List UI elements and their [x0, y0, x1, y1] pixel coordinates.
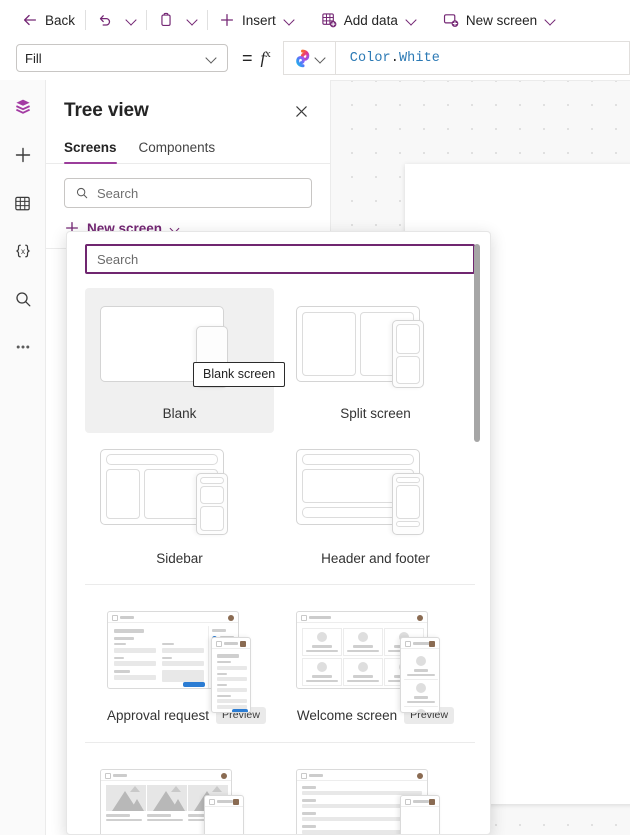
template-tile-blank[interactable]: Blank — [85, 288, 274, 433]
template-name: Sidebar — [156, 551, 203, 566]
template-tile-welcome-screen[interactable]: Welcome screen Preview — [281, 589, 470, 736]
search-icon — [76, 187, 88, 199]
template-label: Blank — [163, 406, 197, 421]
form-list-thumbnail — [288, 757, 463, 834]
rail-item-insert[interactable] — [6, 138, 40, 172]
paste-button[interactable] — [150, 5, 182, 35]
copilot-button[interactable] — [284, 42, 336, 74]
ellipsis-icon — [16, 345, 29, 349]
formula-dot: . — [390, 50, 399, 66]
command-bar: Back Insert Add data New screen — [0, 0, 630, 40]
add-data-icon — [322, 13, 337, 28]
plus-icon — [220, 13, 234, 27]
close-tree-view-button[interactable] — [288, 98, 314, 124]
search-icon — [15, 292, 30, 307]
template-tile-sidebar[interactable]: Sidebar — [85, 433, 274, 578]
paste-icon — [161, 12, 171, 26]
new-screen-label: New screen — [465, 12, 538, 28]
table-icon — [15, 196, 30, 210]
insert-label: Insert — [242, 12, 276, 28]
tree-search-input[interactable]: Search — [64, 178, 312, 208]
property-select-value: Fill — [25, 50, 42, 66]
formula-bar: Fill = fx Color.White — [0, 40, 630, 76]
approval-request-thumbnail — [99, 599, 274, 713]
divider — [207, 10, 209, 30]
undo-dropdown-button[interactable] — [121, 5, 143, 35]
back-button[interactable]: Back — [14, 5, 82, 35]
template-label: Split screen — [340, 406, 411, 421]
new-screen-icon — [443, 14, 459, 27]
template-name: Welcome screen — [296, 708, 398, 723]
rail-item-tree-view[interactable] — [6, 90, 40, 124]
property-select[interactable]: Fill — [16, 44, 228, 72]
left-rail: x — [0, 80, 46, 835]
formula-input[interactable]: Color.White — [282, 41, 630, 75]
template-name: Blank — [162, 406, 197, 421]
formula-object: Color — [349, 50, 391, 66]
tree-search-placeholder: Search — [97, 185, 139, 201]
tree-view-header: Tree view — [46, 80, 330, 124]
welcome-screen-thumbnail — [288, 599, 463, 713]
formula-text: Color.White — [336, 51, 440, 66]
flyout-scrollbar-track[interactable] — [474, 238, 485, 828]
tree-view-tabs: Screens Components — [46, 128, 330, 164]
plus-icon — [15, 147, 30, 163]
add-data-button[interactable]: Add data — [313, 5, 427, 35]
undo-button[interactable] — [89, 5, 121, 35]
add-data-label: Add data — [343, 12, 398, 28]
template-name: Approval request — [106, 708, 209, 723]
template-tile-approval-request[interactable]: Approval request Preview — [92, 589, 281, 736]
chevron-down-icon — [543, 12, 559, 28]
template-tile-header-and-footer[interactable]: Header and footer — [281, 433, 470, 578]
divider — [85, 742, 475, 743]
copilot-icon — [295, 49, 310, 67]
insert-button[interactable]: Insert — [211, 5, 305, 35]
close-icon — [295, 105, 307, 117]
divider — [85, 10, 87, 30]
tab-components[interactable]: Components — [139, 140, 216, 163]
template-label: Sidebar — [156, 551, 203, 566]
template-tile-form-list[interactable] — [281, 747, 470, 834]
template-name: Split screen — [340, 406, 411, 421]
split-screen-thumbnail — [288, 298, 463, 398]
divider — [146, 10, 148, 30]
template-name: Header and footer — [321, 551, 430, 566]
flyout-search-placeholder: Search — [97, 251, 139, 267]
arrow-left-icon — [23, 14, 37, 26]
template-tile-gallery[interactable] — [85, 747, 274, 834]
back-label: Back — [45, 12, 76, 28]
formula-property: White — [398, 50, 440, 66]
flyout-search-input[interactable]: Search — [85, 244, 475, 274]
tab-screens[interactable]: Screens — [64, 140, 117, 164]
rail-item-more[interactable] — [6, 330, 40, 364]
chevron-down-icon — [314, 51, 328, 65]
braces-x-icon: x — [15, 244, 30, 258]
chevron-down-icon — [205, 51, 219, 65]
gallery-thumbnail — [92, 757, 267, 834]
equals-sign: = — [242, 47, 253, 68]
new-screen-button[interactable]: New screen — [435, 5, 566, 35]
flyout-scrollbar-thumb[interactable] — [474, 244, 480, 442]
undo-icon — [99, 15, 111, 26]
paste-dropdown-button[interactable] — [182, 5, 204, 35]
blank-screen-tooltip: Blank screen — [193, 362, 286, 387]
template-tile-split-screen[interactable]: Split screen — [281, 288, 470, 433]
divider — [85, 584, 475, 585]
sidebar-thumbnail — [92, 443, 267, 543]
new-screen-flyout: Search Blank Split screen Sidebar Header… — [66, 231, 491, 835]
layers-icon — [15, 99, 30, 114]
header-footer-thumbnail — [288, 443, 463, 543]
chevron-down-icon — [404, 12, 420, 28]
chevron-down-icon — [124, 12, 140, 28]
fx-icon: fx — [260, 47, 271, 68]
page-title: Tree view — [64, 100, 149, 121]
rail-item-search[interactable] — [6, 282, 40, 316]
template-label: Header and footer — [321, 551, 430, 566]
rail-item-data[interactable] — [6, 186, 40, 220]
chevron-down-icon — [282, 12, 298, 28]
rail-item-variables[interactable]: x — [6, 234, 40, 268]
chevron-down-icon — [185, 12, 201, 28]
svg-text:x: x — [20, 247, 24, 256]
